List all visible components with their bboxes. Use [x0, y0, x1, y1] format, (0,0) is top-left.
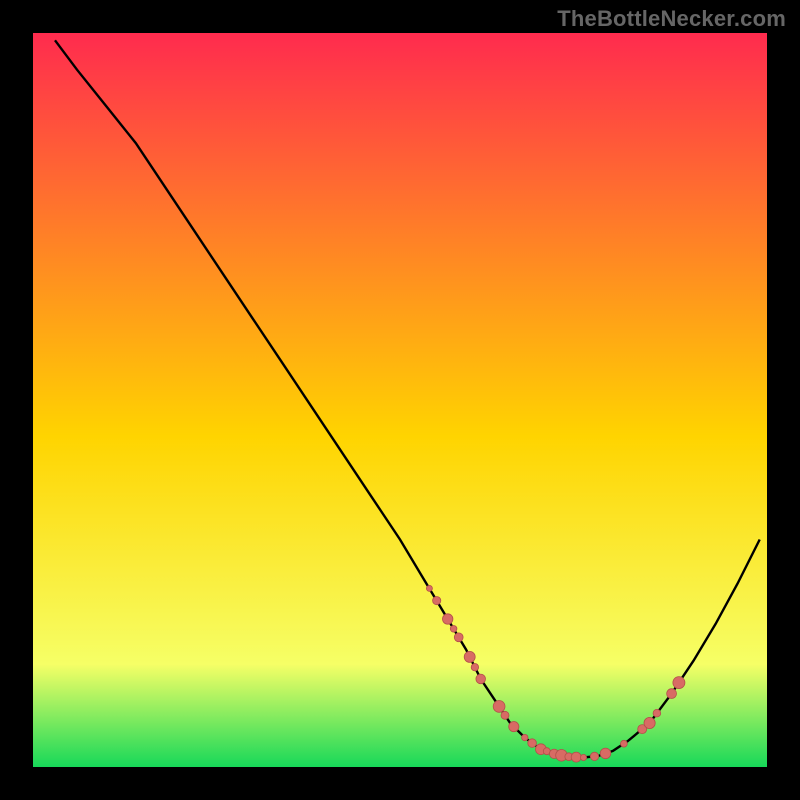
- curve-marker: [509, 722, 519, 732]
- curve-marker: [673, 677, 685, 689]
- app-frame: TheBottleNecker.com: [0, 0, 800, 800]
- curve-marker: [433, 597, 441, 605]
- curve-marker: [522, 734, 528, 740]
- chart-container: [33, 33, 767, 767]
- curve-marker: [443, 614, 453, 624]
- curve-marker: [501, 711, 509, 719]
- curve-marker: [471, 664, 478, 671]
- curve-marker: [590, 752, 598, 760]
- curve-marker: [450, 626, 457, 633]
- curve-marker: [493, 701, 505, 713]
- curve-marker: [426, 585, 432, 591]
- curve-marker: [580, 754, 586, 760]
- curve-marker: [667, 689, 677, 699]
- gradient-background: [33, 33, 767, 767]
- curve-marker: [464, 651, 475, 662]
- curve-marker: [644, 717, 655, 728]
- watermark-label: TheBottleNecker.com: [557, 6, 786, 32]
- curve-marker: [571, 752, 581, 762]
- curve-marker: [600, 748, 611, 759]
- curve-marker: [528, 739, 537, 748]
- bottleneck-curve-chart: [33, 33, 767, 767]
- curve-marker: [621, 740, 628, 747]
- curve-marker: [653, 709, 661, 717]
- curve-marker: [454, 633, 463, 642]
- curve-marker: [476, 674, 486, 684]
